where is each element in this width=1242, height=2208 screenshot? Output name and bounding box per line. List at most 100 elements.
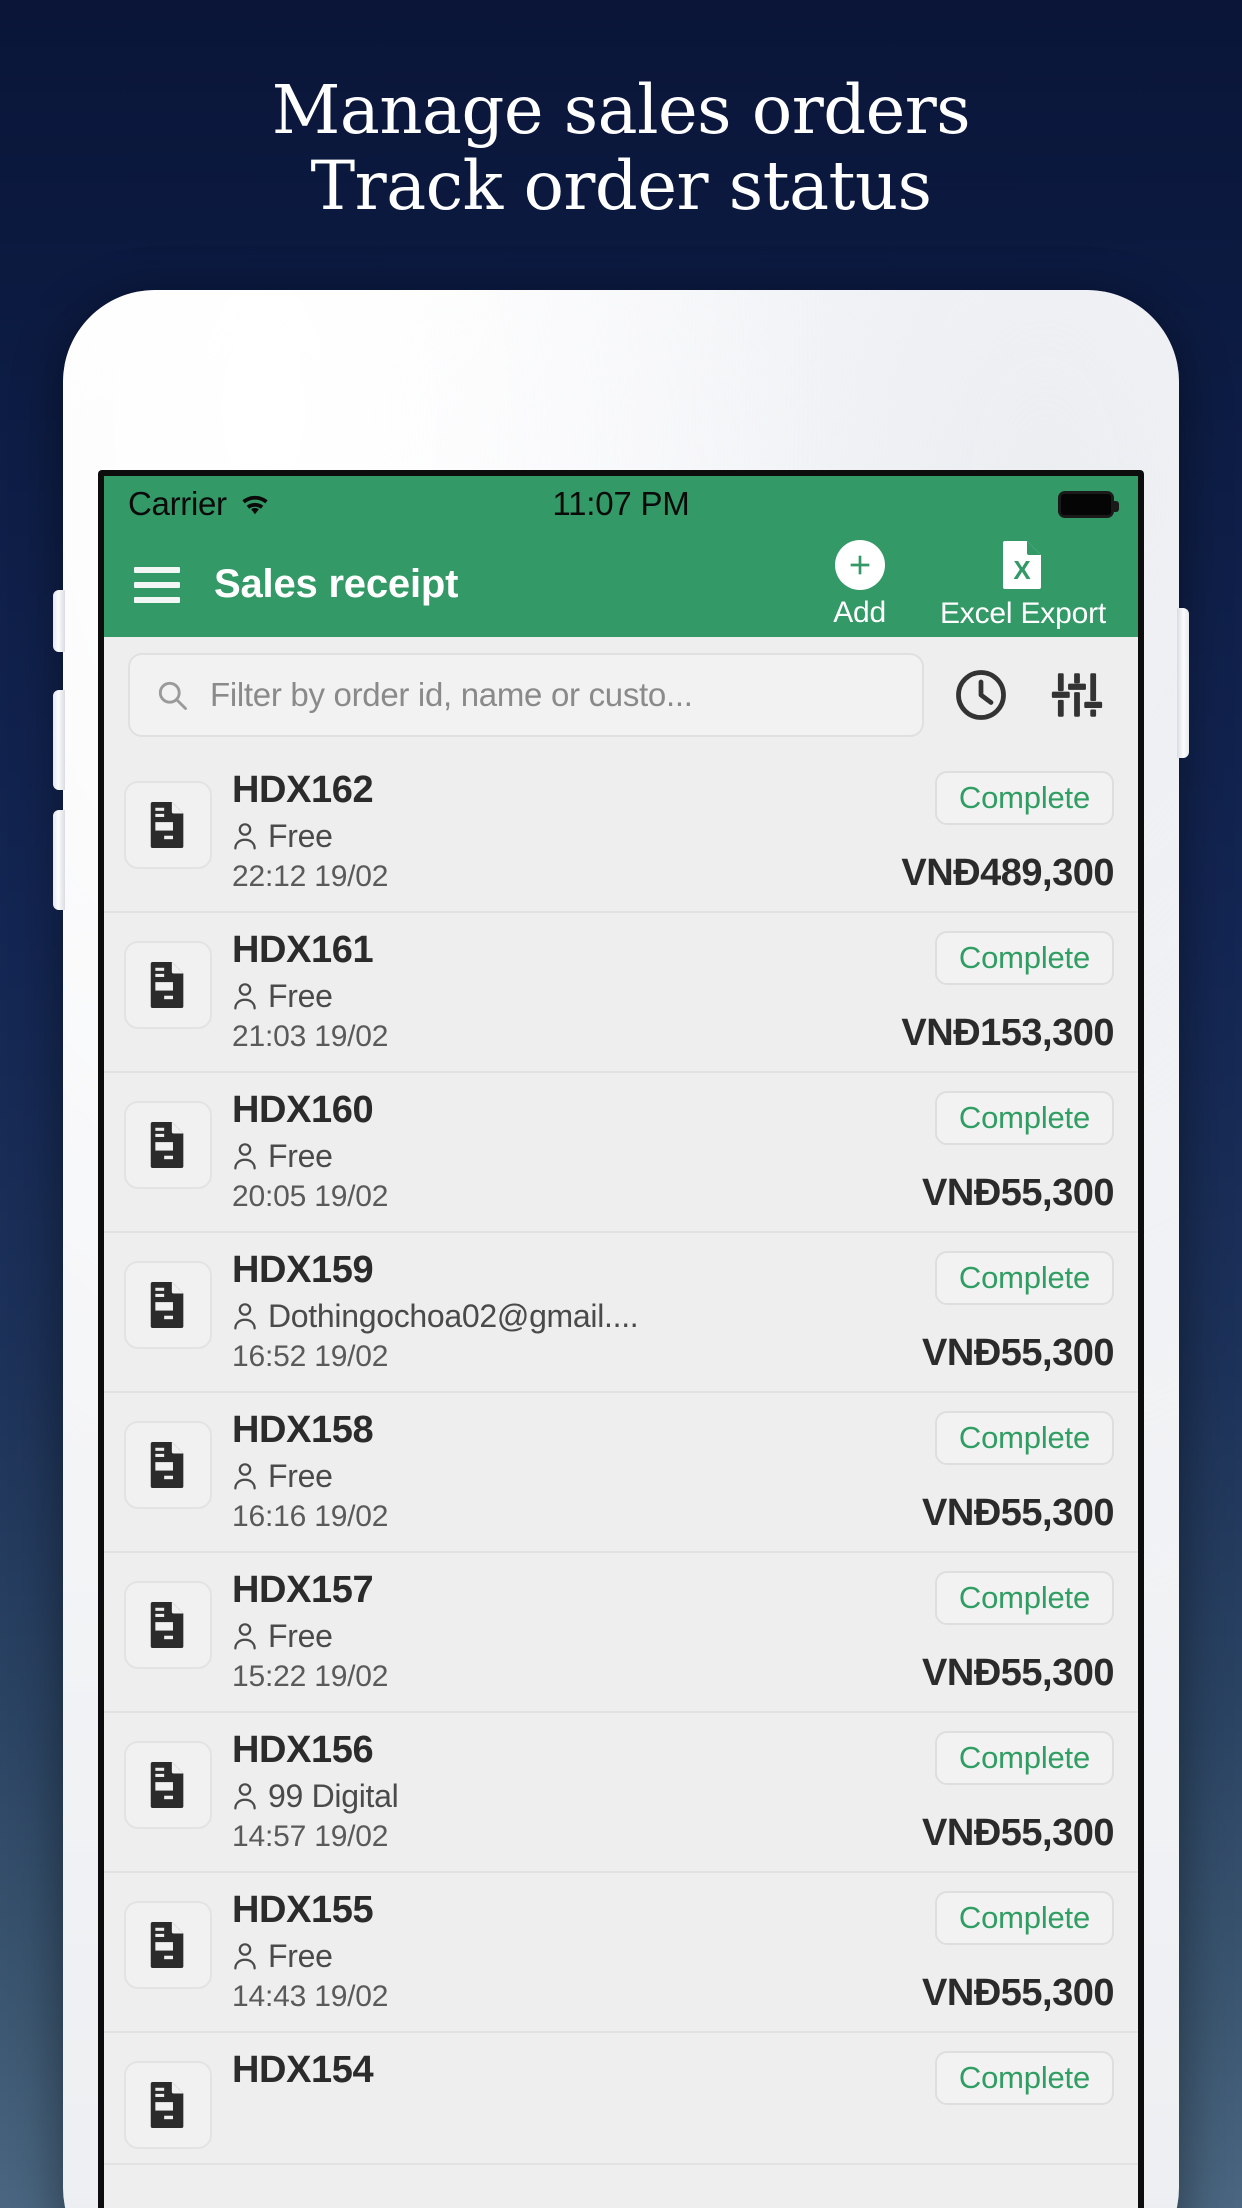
order-customer-label: Free	[268, 818, 333, 854]
order-thumbnail	[124, 1901, 212, 1989]
order-id: HDX162	[232, 769, 374, 811]
order-meta: Complete VNĐ55,300	[922, 1887, 1114, 2017]
order-meta: Complete VNĐ55,300	[922, 1407, 1114, 1537]
status-badge: Complete	[934, 1891, 1114, 1945]
app-bar: Sales receipt Add X Excel Export	[104, 532, 1138, 637]
person-icon	[234, 1783, 256, 1810]
order-info: HDX155 Free 14:43 19/02	[212, 1887, 922, 2017]
order-meta: Complete VNĐ489,300	[901, 767, 1114, 897]
order-customer-label: Free	[268, 1938, 333, 1974]
order-id: HDX156	[232, 1729, 374, 1771]
order-thumbnail	[124, 1101, 212, 1189]
orders-list[interactable]: HDX162 Free 22:12 19/02 Complete VNĐ489,…	[104, 753, 1138, 2165]
order-customer: Free	[232, 1455, 922, 1497]
order-thumbnail	[124, 781, 212, 869]
search-input[interactable]: Filter by order id, name or custo...	[128, 653, 924, 737]
order-customer: Dothingochoa02@gmail....	[232, 1295, 922, 1337]
poster-headline: Manage sales orders Track order status	[0, 72, 1242, 224]
app-bar-actions: Add X Excel Export	[833, 539, 1112, 631]
person-icon	[234, 1463, 256, 1490]
svg-text:X: X	[1013, 555, 1031, 585]
order-thumbnail	[124, 1581, 212, 1669]
order-meta: Complete VNĐ55,300	[922, 1087, 1114, 1217]
order-time: 14:57 19/02	[232, 1820, 389, 1853]
order-id: HDX154	[232, 2049, 374, 2091]
order-time: 22:12 19/02	[232, 860, 389, 893]
person-icon	[234, 1303, 256, 1330]
table-row[interactable]: HDX154 Complete	[104, 2033, 1138, 2165]
document-icon	[150, 1762, 184, 1808]
order-amount: VNĐ55,300	[922, 1492, 1114, 1534]
mute-switch[interactable]	[53, 590, 65, 652]
headline-line-2: Track order status	[310, 147, 932, 225]
order-customer-label: Free	[268, 978, 333, 1014]
app-store-promo-poster: Manage sales orders Track order status C…	[0, 0, 1242, 2208]
person-icon	[234, 1623, 256, 1650]
order-info: HDX157 Free 15:22 19/02	[212, 1567, 922, 1697]
order-id: HDX159	[232, 1249, 374, 1291]
order-amount: VNĐ55,300	[922, 1652, 1114, 1694]
order-info: HDX160 Free 20:05 19/02	[212, 1087, 922, 1217]
tune-sliders-icon	[1051, 673, 1103, 717]
status-badge: Complete	[934, 1091, 1114, 1145]
power-button[interactable]	[1177, 608, 1189, 758]
page-title: Sales receipt	[214, 562, 459, 606]
status-badge: Complete	[934, 1251, 1114, 1305]
order-history-button[interactable]	[942, 656, 1020, 734]
order-thumbnail	[124, 1421, 212, 1509]
order-amount: VNĐ153,300	[901, 1012, 1114, 1054]
order-info: HDX154	[212, 2047, 935, 2093]
order-info: HDX158 Free 16:16 19/02	[212, 1407, 922, 1537]
status-badge: Complete	[934, 1731, 1114, 1785]
status-badge: Complete	[934, 1411, 1114, 1465]
clock-icon	[956, 670, 1006, 720]
order-time: 16:16 19/02	[232, 1500, 389, 1533]
order-amount: VNĐ55,300	[922, 1972, 1114, 2014]
order-id: HDX155	[232, 1889, 374, 1931]
search-placeholder: Filter by order id, name or custo...	[210, 676, 693, 713]
order-customer-label: Free	[268, 1458, 333, 1494]
order-customer: Free	[232, 975, 901, 1017]
order-time: 14:43 19/02	[232, 1980, 389, 2013]
order-meta: Complete VNĐ55,300	[922, 1567, 1114, 1697]
table-row[interactable]: HDX160 Free 20:05 19/02 Complete VNĐ55,3…	[104, 1073, 1138, 1233]
order-info: HDX159 Dothingochoa02@gmail.... 16:52 19…	[212, 1247, 922, 1377]
table-row[interactable]: HDX162 Free 22:12 19/02 Complete VNĐ489,…	[104, 753, 1138, 913]
add-button-label: Add	[833, 595, 886, 629]
order-meta: Complete	[934, 2047, 1114, 2149]
document-icon	[150, 1602, 184, 1648]
filter-settings-button[interactable]	[1038, 656, 1116, 734]
table-row[interactable]: HDX156 99 Digital 14:57 19/02 Complete V…	[104, 1713, 1138, 1873]
order-id: HDX160	[232, 1089, 374, 1131]
table-row[interactable]: HDX155 Free 14:43 19/02 Complete VNĐ55,3…	[104, 1873, 1138, 2033]
order-time: 16:52 19/02	[232, 1340, 389, 1373]
plus-circle-icon	[834, 539, 885, 590]
document-icon	[150, 1122, 184, 1168]
order-time: 21:03 19/02	[232, 1020, 389, 1053]
order-id: HDX158	[232, 1409, 374, 1451]
order-customer: Free	[232, 1135, 922, 1177]
volume-down-button[interactable]	[53, 810, 65, 910]
table-row[interactable]: HDX161 Free 21:03 19/02 Complete VNĐ153,…	[104, 913, 1138, 1073]
hamburger-menu-icon[interactable]	[134, 566, 180, 603]
table-row[interactable]: HDX157 Free 15:22 19/02 Complete VNĐ55,3…	[104, 1553, 1138, 1713]
order-meta: Complete VNĐ55,300	[922, 1247, 1114, 1377]
document-icon	[150, 802, 184, 848]
status-badge: Complete	[934, 2051, 1114, 2105]
add-button[interactable]: Add	[833, 539, 886, 630]
volume-up-button[interactable]	[53, 690, 65, 790]
table-row[interactable]: HDX158 Free 16:16 19/02 Complete VNĐ55,3…	[104, 1393, 1138, 1553]
order-thumbnail	[124, 1261, 212, 1349]
order-meta: Complete VNĐ55,300	[922, 1727, 1114, 1857]
clock-label: 11:07 PM	[552, 485, 690, 522]
status-bar: Carrier 11:07 PM	[104, 476, 1138, 532]
order-meta: Complete VNĐ153,300	[901, 927, 1114, 1057]
order-info: HDX156 99 Digital 14:57 19/02	[212, 1727, 922, 1857]
order-time: 15:22 19/02	[232, 1660, 389, 1693]
order-customer: 99 Digital	[232, 1775, 922, 1817]
order-customer: Free	[232, 815, 901, 857]
status-badge: Complete	[934, 771, 1114, 825]
person-icon	[234, 823, 256, 850]
table-row[interactable]: HDX159 Dothingochoa02@gmail.... 16:52 19…	[104, 1233, 1138, 1393]
excel-export-button[interactable]: X Excel Export	[940, 539, 1106, 631]
